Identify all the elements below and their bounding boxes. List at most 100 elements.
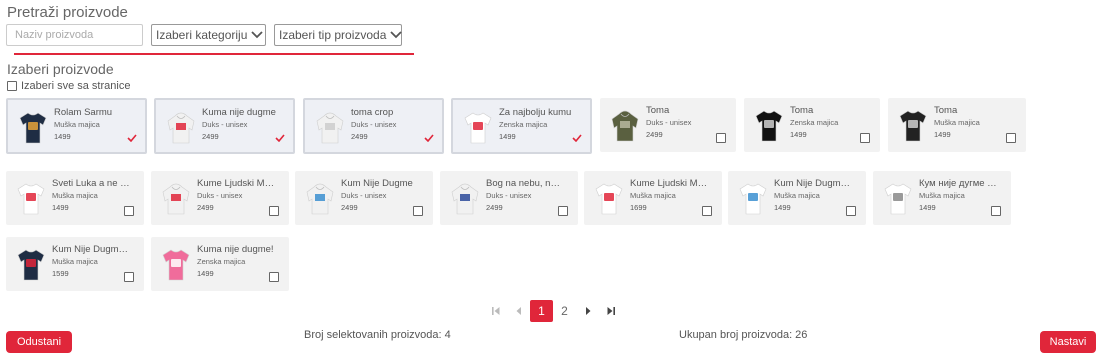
product-info: Kume Ljudski Maks... Muška majica 1699 [630, 177, 708, 214]
product-price: 1499 [790, 130, 807, 139]
product-image [303, 179, 337, 217]
checkmark-icon[interactable] [424, 134, 434, 145]
product-card[interactable]: toma crop Duks - unisex 2499 [303, 98, 444, 154]
product-image [608, 106, 642, 144]
page-1-button[interactable]: 1 [530, 300, 553, 322]
product-image [881, 179, 915, 217]
product-type: Zenska majica [499, 120, 548, 129]
product-type: Muška majica [52, 191, 98, 200]
product-price: 2499 [351, 132, 368, 141]
product-image [313, 108, 347, 146]
product-type: Duks - unisex [351, 120, 397, 129]
product-info: Za najbolju kumu Zenska majica 1499 [499, 106, 576, 143]
product-price: 1499 [934, 130, 951, 139]
category-dropdown[interactable]: Izaberi kategoriju [151, 24, 266, 46]
product-checkbox[interactable] [702, 206, 712, 216]
product-card[interactable]: Kuma nije dugme! Zenska majica 1499 [151, 237, 289, 291]
first-page-icon[interactable] [484, 300, 507, 322]
product-type: Duks - unisex [197, 191, 243, 200]
product-name: Sveti Luka a ne noc... [52, 178, 130, 189]
product-card[interactable]: Кум није дугме - Ћ... Muška majica 1499 [873, 171, 1011, 225]
cancel-button[interactable]: Odustani [6, 331, 72, 353]
product-name: Za najbolju kumu [499, 107, 572, 118]
product-card[interactable]: Kum Nije Dugme Duks - unisex 2499 [295, 171, 433, 225]
product-checkbox[interactable] [860, 133, 870, 143]
product-card[interactable]: Kume Ljudski Maks... Duks - unisex 2499 [151, 171, 289, 225]
product-type: Duks - unisex [646, 118, 692, 127]
product-checkbox[interactable] [269, 272, 279, 282]
product-info: Kum Nije Dugme T... Muška majica 1599 [52, 243, 130, 280]
total-count-text: Ukupan broj proizvoda: 26 [679, 329, 808, 341]
select-all-row[interactable]: Izaberi sve sa stranice [7, 80, 130, 92]
product-card[interactable]: Kum Nije Dugme L... Muška majica 1499 [728, 171, 866, 225]
next-button[interactable]: Nastavi [1040, 331, 1096, 353]
product-type: Muška majica [630, 191, 676, 200]
product-info: Kum Nije Dugme L... Muška majica 1499 [774, 177, 852, 214]
product-name: Toma [934, 105, 958, 116]
product-image [461, 108, 495, 146]
product-type: Duks - unisex [202, 120, 248, 129]
checkmark-icon[interactable] [275, 134, 285, 145]
product-card[interactable]: Rolam Sarmu Muška majica 1499 [6, 98, 147, 154]
product-price: 2499 [202, 132, 219, 141]
product-checkbox[interactable] [269, 206, 279, 216]
prev-page-icon[interactable] [507, 300, 530, 322]
last-page-icon[interactable] [599, 300, 622, 322]
search-title: Pretraži proizvode [7, 4, 128, 21]
product-checkbox[interactable] [716, 133, 726, 143]
product-type: Duks - unisex [341, 191, 387, 200]
checkmark-icon[interactable] [572, 134, 582, 145]
filter-bar: Izaberi kategoriju Izaberi tip proizvoda [6, 24, 403, 46]
product-price: 2499 [646, 130, 663, 139]
product-card[interactable]: Za najbolju kumu Zenska majica 1499 [451, 98, 592, 154]
select-all-label: Izaberi sve sa stranice [21, 80, 131, 92]
product-card[interactable]: Toma Duks - unisex 2499 [600, 98, 736, 152]
product-image [448, 179, 482, 217]
product-info: Kuma nije dugme! Zenska majica 1499 [197, 243, 275, 280]
product-name: Kuma nije dugme [202, 107, 276, 118]
product-card[interactable]: Kume Ljudski Maks... Muška majica 1699 [584, 171, 722, 225]
next-page-icon[interactable] [576, 300, 599, 322]
product-name: Rolam Sarmu [54, 107, 113, 118]
product-name: Kum Nije Dugme L... [774, 178, 852, 189]
pagination: 1 2 [484, 300, 622, 322]
product-name-input[interactable] [6, 24, 143, 46]
product-info: Toma Muška majica 1499 [934, 104, 1012, 141]
product-checkbox[interactable] [124, 272, 134, 282]
product-type: Zenska majica [197, 257, 246, 266]
product-price: 1499 [197, 269, 214, 278]
product-name: Kum Nije Dugme [341, 178, 413, 189]
product-card[interactable]: Toma Zenska majica 1499 [744, 98, 880, 152]
product-type-dropdown[interactable]: Izaberi tip proizvoda [274, 24, 403, 46]
product-checkbox[interactable] [413, 206, 423, 216]
product-checkbox[interactable] [124, 206, 134, 216]
product-type: Duks - unisex [486, 191, 532, 200]
product-type: Muška majica [934, 118, 980, 127]
product-type: Muška majica [52, 257, 98, 266]
product-name: Kum Nije Dugme T... [52, 244, 130, 255]
product-name: Toma [790, 105, 814, 116]
checkmark-icon[interactable] [127, 134, 137, 145]
product-name: toma crop [351, 107, 394, 118]
product-image [159, 245, 193, 283]
product-price: 2499 [197, 203, 214, 212]
search-underline [14, 53, 414, 55]
page-2-button[interactable]: 2 [553, 300, 576, 322]
product-image [159, 179, 193, 217]
select-all-checkbox[interactable] [7, 81, 17, 91]
product-checkbox[interactable] [558, 206, 568, 216]
product-name: Kuma nije dugme! [197, 244, 274, 255]
product-card[interactable]: Kuma nije dugme Duks - unisex 2499 [154, 98, 295, 154]
product-price: 1499 [774, 203, 791, 212]
product-checkbox[interactable] [846, 206, 856, 216]
product-checkbox[interactable] [1006, 133, 1016, 143]
product-name: Кум није дугме - Ћ... [919, 178, 997, 189]
product-card[interactable]: Bog na nebu, na ze... Duks - unisex 2499 [440, 171, 578, 225]
product-card[interactable]: Kum Nije Dugme T... Muška majica 1599 [6, 237, 144, 291]
product-type: Zenska majica [790, 118, 839, 127]
product-checkbox[interactable] [991, 206, 1001, 216]
product-info: Kum Nije Dugme Duks - unisex 2499 [341, 177, 419, 214]
product-card[interactable]: Sveti Luka a ne noc... Muška majica 1499 [6, 171, 144, 225]
product-card[interactable]: Toma Muška majica 1499 [888, 98, 1026, 152]
product-info: Kume Ljudski Maks... Duks - unisex 2499 [197, 177, 275, 214]
